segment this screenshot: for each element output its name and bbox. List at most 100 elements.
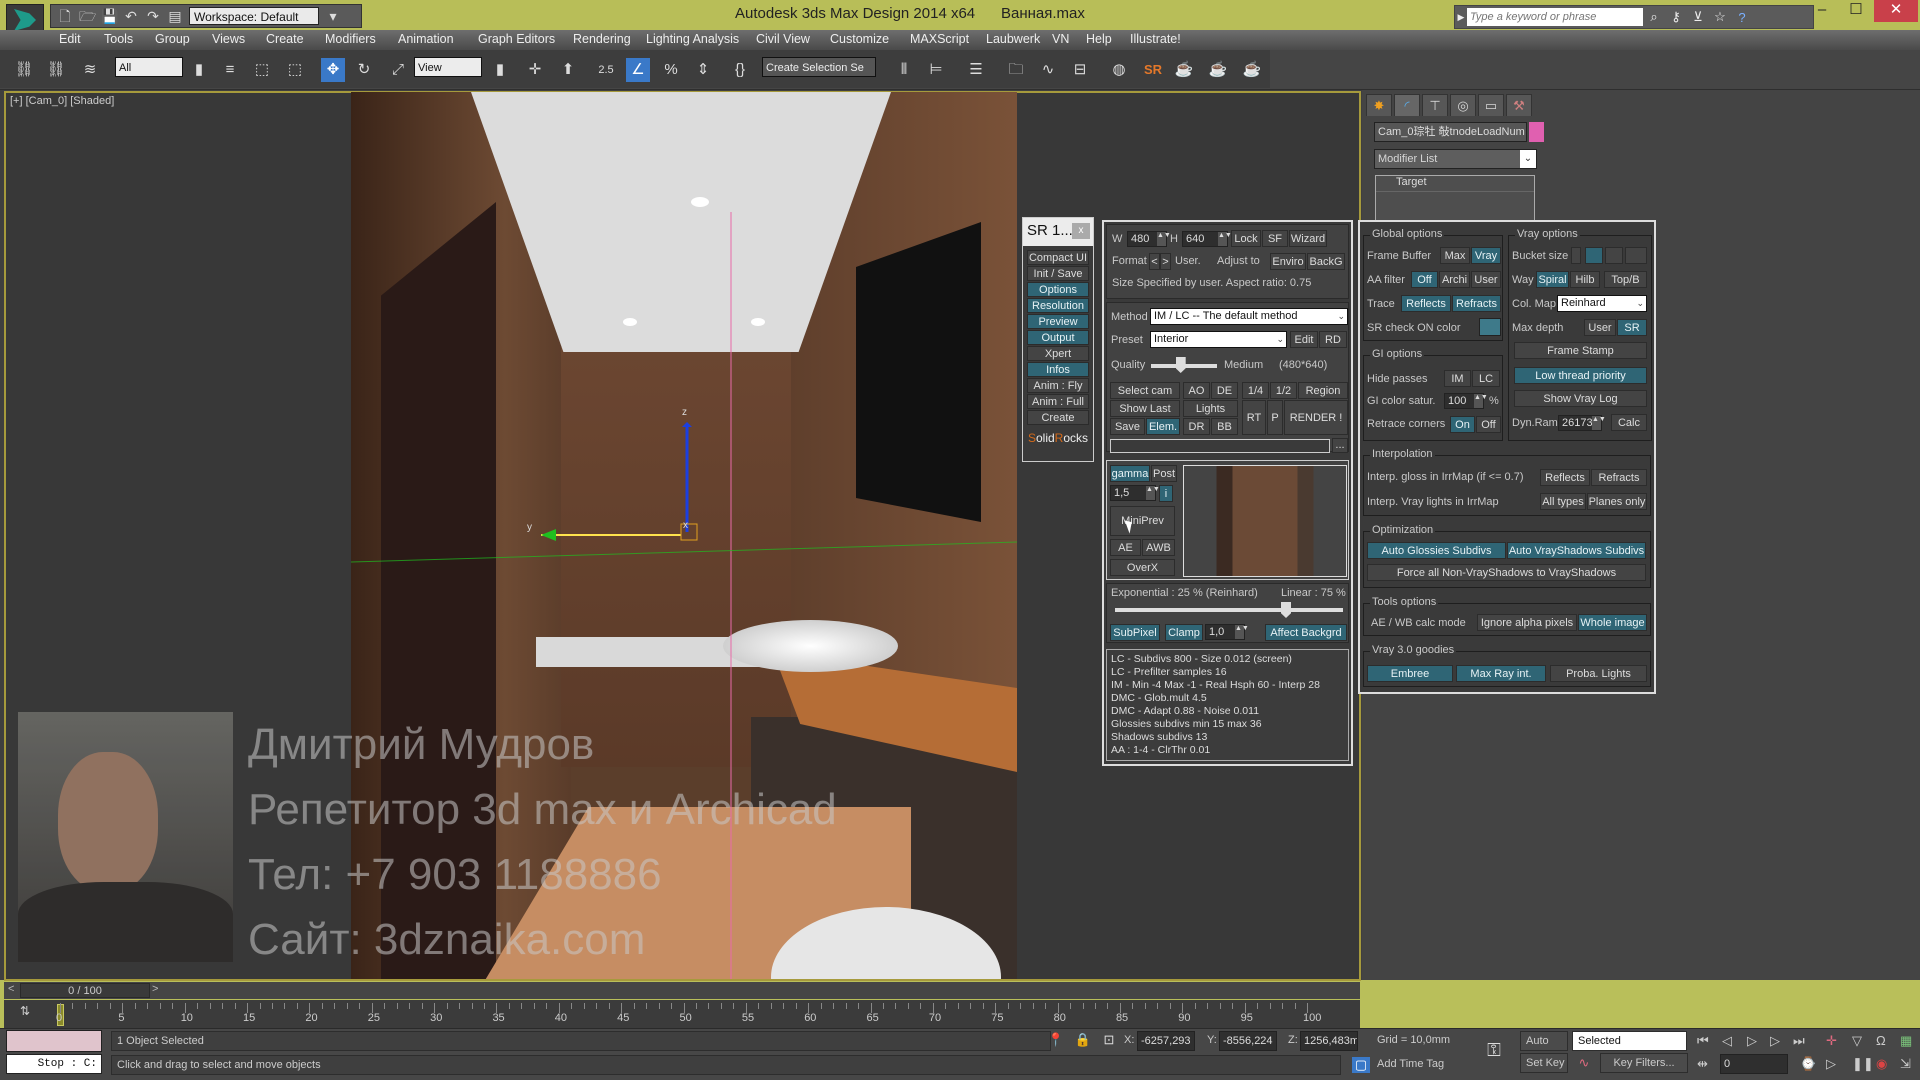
select-and-move-icon[interactable]: ✥ bbox=[321, 58, 345, 82]
named-selection-sets[interactable]: Create Selection Se bbox=[762, 57, 876, 77]
subpixel-button[interactable]: SubPixel bbox=[1110, 624, 1160, 641]
display-tab-icon[interactable]: ▭ bbox=[1478, 94, 1504, 116]
modify-tab-icon[interactable]: ◜ bbox=[1394, 94, 1420, 116]
spinner-snap-icon[interactable]: ⇕ bbox=[691, 58, 715, 82]
menu-illustrate[interactable]: Illustrate! bbox=[1130, 32, 1181, 46]
aa-user-button[interactable]: User bbox=[1471, 271, 1501, 288]
half-res-button[interactable]: 1/2 bbox=[1270, 382, 1297, 399]
menu-animation[interactable]: Animation bbox=[398, 32, 454, 46]
next-frame-icon[interactable]: ▷ bbox=[1770, 1033, 1780, 1049]
select-object-icon[interactable]: ▮ bbox=[187, 58, 211, 82]
close-button[interactable]: ✕ bbox=[1874, 0, 1918, 22]
key-filters-button[interactable]: Key Filters... bbox=[1600, 1053, 1688, 1073]
sr-nav-anim-fly[interactable]: Anim : Fly bbox=[1027, 378, 1089, 393]
show-vray-log-button[interactable]: Show Vray Log bbox=[1514, 390, 1647, 407]
menu-edit[interactable]: Edit bbox=[59, 32, 81, 46]
select-and-rotate-icon[interactable]: ↻ bbox=[352, 58, 376, 82]
project-folder-icon[interactable]: ▤ bbox=[167, 8, 183, 24]
post-button[interactable]: Post bbox=[1151, 465, 1177, 482]
retrace-off-button[interactable]: Off bbox=[1476, 416, 1501, 433]
sr-nav-init-save[interactable]: Init / Save bbox=[1027, 266, 1089, 281]
menu-group[interactable]: Group bbox=[155, 32, 190, 46]
object-color-swatch[interactable] bbox=[1529, 122, 1544, 142]
viewport-label[interactable]: [+] [Cam_0] [Shaded] bbox=[10, 95, 114, 107]
spinner-arrows-icon[interactable]: ▲▼ bbox=[1592, 416, 1606, 430]
trace-refracts-button[interactable]: Refracts bbox=[1452, 295, 1501, 312]
proba-lights-button[interactable]: Proba. Lights bbox=[1550, 665, 1647, 682]
max-ray-int-button[interactable]: Max Ray int. bbox=[1456, 665, 1546, 682]
utilities-tab-icon[interactable]: ⚒ bbox=[1506, 94, 1532, 116]
y-coordinate-field[interactable]: -8556,224 bbox=[1219, 1031, 1277, 1051]
quarter-res-button[interactable]: 1/4 bbox=[1242, 382, 1269, 399]
schematic-view-icon[interactable]: ⊟ bbox=[1068, 58, 1092, 82]
menu-views[interactable]: Views bbox=[212, 32, 245, 46]
menu-lighting-analysis[interactable]: Lighting Analysis bbox=[646, 32, 739, 46]
select-manipulate-icon[interactable]: ✛ bbox=[523, 58, 547, 82]
edit-named-selection-icon[interactable]: {} bbox=[728, 58, 752, 82]
sr-check-color-swatch[interactable] bbox=[1479, 318, 1501, 336]
hierarchy-tab-icon[interactable]: ⊤ bbox=[1422, 94, 1448, 116]
render-setup-icon[interactable]: ☕ bbox=[1172, 58, 1196, 82]
layer-manager-icon[interactable]: ☰ bbox=[964, 58, 988, 82]
menu-vn[interactable]: VN bbox=[1052, 32, 1069, 46]
clamp-button[interactable]: Clamp bbox=[1165, 624, 1203, 641]
width-spinner[interactable]: 480 ▲▼ bbox=[1127, 231, 1171, 247]
menu-laubwerk[interactable]: Laubwerk bbox=[986, 32, 1040, 46]
prev-frame-button[interactable]: < bbox=[8, 983, 14, 995]
gamma-spinner[interactable]: 1,5 ▲▼ bbox=[1110, 485, 1160, 501]
rectangular-selection-icon[interactable]: ⬚ bbox=[250, 58, 274, 82]
awb-button[interactable]: AWB bbox=[1142, 539, 1175, 556]
motion-tab-icon[interactable]: ◎ bbox=[1450, 94, 1476, 116]
render-production-icon[interactable]: ☕ bbox=[1240, 58, 1264, 82]
orbit-icon[interactable]: Ω bbox=[1876, 1033, 1886, 1048]
fb-max-button[interactable]: Max bbox=[1440, 247, 1470, 264]
z-coordinate-field[interactable]: 1256,483m bbox=[1300, 1031, 1358, 1051]
max-depth-sr-button[interactable]: SR bbox=[1617, 319, 1647, 336]
unlink-icon[interactable]: ⛓ bbox=[44, 58, 68, 82]
save-icon[interactable]: 💾 bbox=[101, 8, 118, 24]
spinner-arrows-icon[interactable]: ▲▼ bbox=[1235, 625, 1249, 639]
bb-button[interactable]: BB bbox=[1211, 418, 1238, 435]
roll-icon[interactable]: ◉ bbox=[1876, 1056, 1887, 1072]
bucket-size-m[interactable] bbox=[1605, 247, 1623, 264]
absolute-mode-icon[interactable]: ⊡ bbox=[1100, 1032, 1118, 1048]
dolly-icon[interactable]: ▷ bbox=[1826, 1056, 1836, 1072]
aa-archi-button[interactable]: Archi bbox=[1439, 271, 1470, 288]
mini-curve-editor-icon[interactable]: ⇅ bbox=[14, 1004, 36, 1024]
z-axis-icon[interactable] bbox=[682, 422, 692, 427]
y-axis-arrow-icon[interactable] bbox=[541, 529, 556, 541]
backg-button[interactable]: BackG bbox=[1307, 253, 1345, 270]
menu-graph-editors[interactable]: Graph Editors bbox=[478, 32, 555, 46]
menu-help[interactable]: Help bbox=[1086, 32, 1112, 46]
open-icon[interactable]: 🗁 bbox=[79, 8, 96, 24]
ignore-alpha-pixels-button[interactable]: Ignore alpha pixels bbox=[1477, 614, 1577, 631]
lights-button[interactable]: Lights bbox=[1183, 400, 1238, 417]
mirror-icon[interactable]: ⫴ bbox=[892, 58, 916, 82]
spinner-arrows-icon[interactable]: ▲▼ bbox=[1218, 232, 1232, 246]
preset-dropdown[interactable]: Interior ⌄ bbox=[1150, 331, 1287, 348]
search-input[interactable] bbox=[1467, 8, 1643, 26]
menu-maxscript[interactable]: MAXScript bbox=[910, 32, 969, 46]
sr-nav-xpert[interactable]: Xpert bbox=[1027, 346, 1089, 361]
expand-arrow-icon[interactable]: ▶ bbox=[1455, 12, 1467, 23]
gamma-button[interactable]: gamma bbox=[1110, 465, 1150, 482]
menu-create[interactable]: Create bbox=[266, 32, 304, 46]
modifier-list-dropdown[interactable]: Modifier List ⌄ bbox=[1374, 149, 1537, 169]
spinner-arrows-icon[interactable]: ▲▼ bbox=[1146, 486, 1160, 500]
sr-nav-create[interactable]: Create bbox=[1027, 410, 1089, 425]
new-file-icon[interactable]: 🗋 bbox=[57, 8, 73, 24]
key-mode-toggle-icon[interactable]: ⇹ bbox=[1697, 1056, 1708, 1072]
play-icon[interactable]: ▷ bbox=[1747, 1033, 1757, 1049]
ao-button[interactable]: AO bbox=[1183, 382, 1210, 399]
fb-vray-button[interactable]: Vray bbox=[1471, 247, 1501, 264]
frame-stamp-button[interactable]: Frame Stamp bbox=[1514, 342, 1647, 359]
undo-icon[interactable]: ↶ bbox=[123, 8, 139, 24]
gi-satur-spinner[interactable]: 100 ▲▼ bbox=[1444, 393, 1488, 409]
link-icon[interactable]: ⛓ bbox=[12, 58, 36, 82]
interp-refracts-button[interactable]: Refracts bbox=[1591, 469, 1647, 486]
dr-button[interactable]: DR bbox=[1183, 418, 1210, 435]
x-coordinate-field[interactable]: -6257,293 bbox=[1137, 1031, 1195, 1051]
bind-spacewarp-icon[interactable]: ≋ bbox=[78, 58, 102, 82]
affect-background-button[interactable]: Affect Backgrd bbox=[1265, 624, 1347, 641]
wizard-button[interactable]: Wizard bbox=[1289, 230, 1327, 247]
